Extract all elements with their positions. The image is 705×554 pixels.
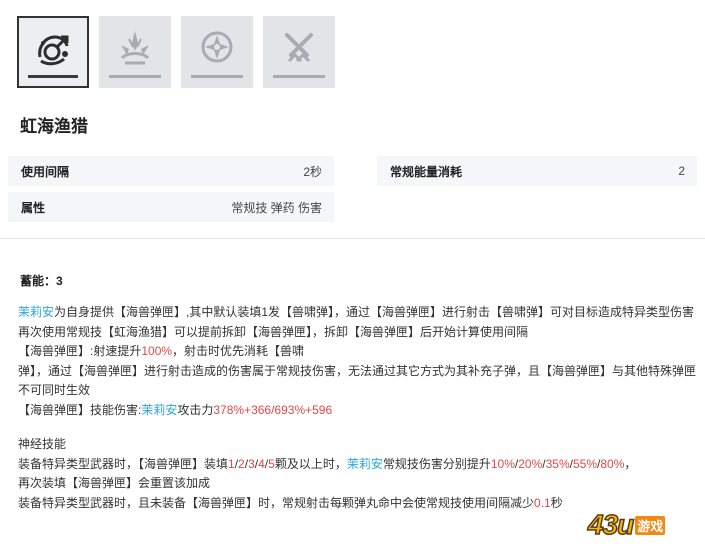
damage-formula: 378%+366/693%+596 — [213, 402, 333, 417]
stat-attribute: 属性 常规技 弹药 伤害 — [8, 192, 334, 222]
neural-skill-title: 神经技能 — [18, 437, 67, 451]
desc-paragraph-2: 再次使用常规技【虹海渔猎】可以提前拆卸【海兽弹匣】，拆卸【海兽弹匣】后开始计算使… — [18, 324, 529, 339]
stat-interval-value: 2秒 — [303, 164, 322, 179]
tab-indicator — [273, 75, 325, 78]
rainbow-sea-hunt-skill-icon — [38, 35, 69, 66]
neural-line-1: 装备特异类型武器时，【海兽弹匣】装填1/2/3/4/5颗及以上时，茉莉安常规技伤… — [18, 456, 637, 471]
charge-value: 3 — [56, 274, 63, 288]
stat-interval: 使用间隔 2秒 — [8, 156, 334, 186]
star-burst-skill-icon — [201, 31, 233, 63]
charge-count: 蓄能：3 — [20, 272, 63, 289]
stat-energy: 常规能量消耗 2 — [377, 156, 697, 186]
character-name: 茉莉安 — [141, 402, 178, 417]
desc-paragraph-3: 【海兽弹匣】:射速提升100%，射击时优先消耗【兽啸 — [18, 344, 305, 358]
character-name: 茉莉安 — [18, 305, 55, 319]
skill-title: 虹海渔猎 — [20, 117, 88, 136]
tab-indicator — [191, 75, 243, 78]
watermark-text: 游戏 — [635, 515, 666, 535]
skill-tab-1[interactable] — [17, 16, 89, 88]
skill-description: 茉莉安为自身提供【海兽弹匣】,其中默认装填1发【兽啸弹】，通过【海兽弹匣】进行射… — [18, 303, 698, 513]
skill-tab-3[interactable] — [181, 16, 253, 88]
skill-tabs — [17, 16, 335, 88]
tab-indicator — [109, 75, 161, 78]
burst-skill-icon — [120, 31, 150, 65]
skill-tab-4[interactable] — [263, 16, 335, 88]
stat-attribute-label: 属性 — [21, 200, 46, 215]
crossed-blades-skill-icon — [285, 33, 313, 63]
character-name: 茉莉安 — [346, 456, 383, 471]
watermark-logo: 43u 游戏 — [587, 508, 666, 541]
neural-line-2: 再次装填【海兽弹匣】会重置该加成 — [18, 476, 211, 490]
stat-energy-label: 常规能量消耗 — [390, 164, 463, 179]
watermark-number: 43u — [587, 508, 635, 541]
stat-attribute-value: 常规技 弹药 伤害 — [231, 200, 322, 215]
desc-paragraph-1: 茉莉安为自身提供【海兽弹匣】,其中默认装填1发【兽啸弹】，通过【海兽弹匣】进行射… — [18, 305, 695, 319]
charge-label: 蓄能： — [20, 274, 57, 288]
desc-paragraph-5: 【海兽弹匣】技能伤害:茉莉安攻击力378%+366/693%+596 — [18, 402, 333, 417]
fire-rate-value: 100% — [141, 344, 173, 358]
section-divider — [0, 238, 705, 239]
stat-interval-label: 使用间隔 — [21, 164, 70, 179]
skill-tab-2[interactable] — [99, 16, 171, 88]
tab-indicator — [28, 75, 78, 78]
stat-energy-value: 2 — [678, 164, 685, 178]
desc-paragraph-4: 弹】，通过【海兽弹匣】进行射击造成的伤害属于常规技伤害，无法通过其它方式为其补充… — [18, 363, 697, 398]
